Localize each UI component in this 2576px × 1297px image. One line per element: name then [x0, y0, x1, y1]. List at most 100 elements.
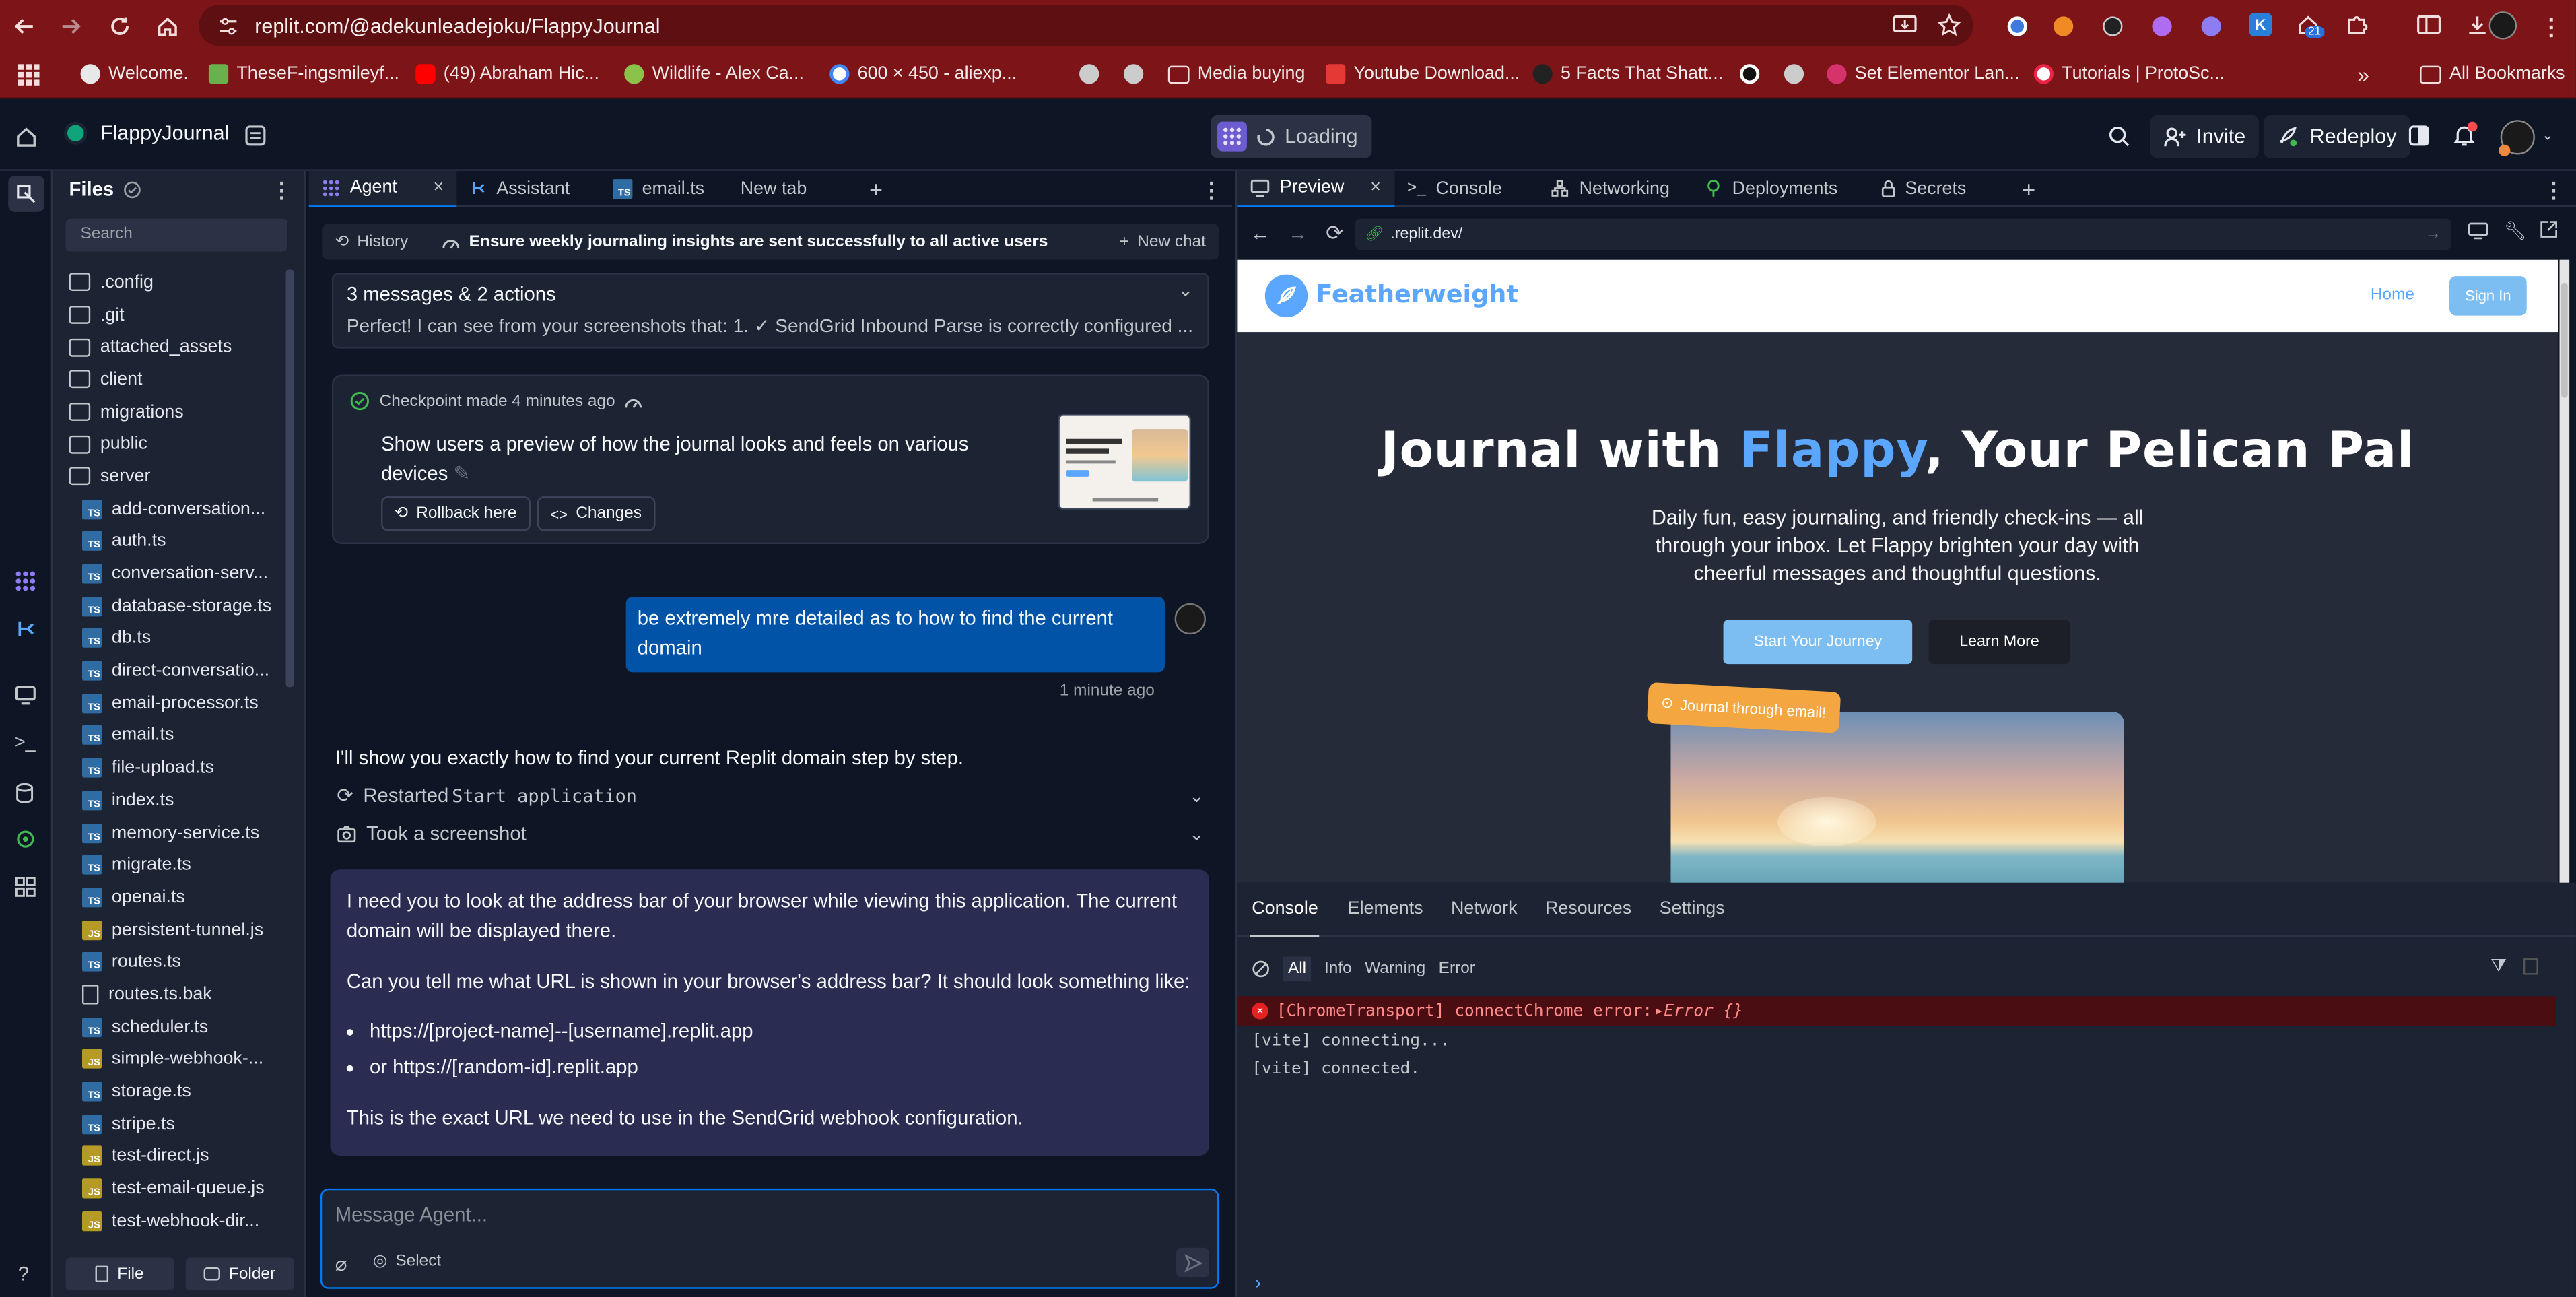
reload-icon[interactable]	[107, 13, 133, 40]
devtools-tab-settings[interactable]: Settings	[1660, 899, 1725, 919]
new-file-button[interactable]: File	[65, 1257, 174, 1291]
reload-icon[interactable]: ⟳	[1326, 220, 1344, 246]
bookmark-globe[interactable]	[1784, 64, 1804, 84]
close-icon[interactable]: ×	[1370, 178, 1381, 197]
tab-new[interactable]: New tab	[727, 170, 820, 207]
file-item[interactable]: TS add-conversation...	[69, 493, 279, 525]
install-app-icon[interactable]	[1893, 15, 1918, 36]
filter-info[interactable]: Info	[1324, 960, 1352, 978]
user-avatar[interactable]	[2499, 120, 2535, 156]
filter-error[interactable]: Error	[1439, 960, 1475, 978]
file-item[interactable]: JS persistent-tunnel.js	[69, 914, 279, 946]
shell-tool-icon[interactable]: >_	[15, 733, 36, 753]
tab-assistant[interactable]: Assistant	[457, 170, 583, 207]
file-item[interactable]: TS db.ts	[69, 622, 279, 655]
files-search-input[interactable]: Search	[65, 218, 287, 252]
bookmark-item[interactable]: 5 Facts That Shatt...	[1532, 64, 1723, 84]
run-status[interactable]: Loading	[1211, 114, 1371, 158]
preview-scrollbar[interactable]	[2561, 282, 2568, 398]
workspace-menu-icon[interactable]	[245, 125, 267, 147]
file-item[interactable]: TS migrate.ts	[69, 849, 279, 881]
files-scrollbar[interactable]	[285, 269, 294, 688]
action-screenshot[interactable]: Took a screenshot ⌄	[337, 822, 1205, 845]
send-icon[interactable]	[1176, 1247, 1209, 1277]
file-item[interactable]: TS direct-conversatio...	[69, 655, 279, 687]
go-arrow-icon[interactable]: →	[2425, 225, 2441, 243]
chevron-down-icon[interactable]: ⌄	[1178, 279, 1192, 300]
bookmark-item[interactable]: (49) Abraham Hic...	[415, 64, 599, 84]
address-bar[interactable]: replit.com/@adekunleadejoku/FlappyJourna…	[199, 5, 1973, 46]
preview-url-bar[interactable]: 🔗︎ .replit.dev/ →	[1355, 218, 2451, 251]
site-info-icon[interactable]	[219, 15, 238, 35]
all-tools-icon[interactable]	[15, 876, 36, 898]
file-item[interactable]: TS stripe.ts	[69, 1108, 279, 1140]
agent-tool-icon[interactable]	[15, 570, 36, 592]
profile-avatar[interactable]	[2488, 11, 2517, 40]
menu-dots-icon[interactable]: ⋮	[2540, 13, 2563, 41]
new-chat-button[interactable]: + New chat	[1120, 232, 1206, 251]
site-sign-in-button[interactable]: Sign In	[2449, 276, 2527, 316]
apps-grid-icon[interactable]	[18, 64, 40, 86]
filter-funnel-icon[interactable]: ⧩	[2490, 957, 2507, 978]
invite-button[interactable]: Invite	[2150, 114, 2259, 158]
file-item[interactable]: TS scheduler.ts	[69, 1011, 279, 1043]
deployments-tool-icon[interactable]	[15, 828, 36, 850]
new-folder-button[interactable]: Folder	[185, 1257, 294, 1291]
file-item[interactable]: routes.ts.bak	[69, 978, 279, 1011]
chevron-down-icon[interactable]: ⌄	[1189, 823, 1204, 844]
message-input[interactable]: Message Agent...	[335, 1203, 487, 1226]
devtools-wrench-icon[interactable]: 🔧︎	[2504, 220, 2527, 242]
trash-icon[interactable]	[2523, 958, 2538, 975]
chevron-down-icon[interactable]: ⌄	[2542, 127, 2554, 145]
devtools-tab-resources[interactable]: Resources	[1545, 899, 1631, 919]
folder-item[interactable]: server	[69, 461, 279, 493]
tab-preview[interactable]: Preview ×	[1237, 170, 1394, 207]
back-icon[interactable]: ←	[1250, 222, 1270, 245]
file-item[interactable]: TS database-storage.ts	[69, 590, 279, 622]
file-item[interactable]: TS email-processor.ts	[69, 687, 279, 719]
site-nav-home[interactable]: Home	[2371, 286, 2414, 304]
add-tab-icon[interactable]: +	[2009, 170, 2049, 207]
devtools-tab-network[interactable]: Network	[1451, 899, 1517, 919]
database-tool-icon[interactable]	[15, 783, 34, 804]
download-icon[interactable]	[2466, 13, 2488, 36]
folder-item[interactable]: .config	[69, 266, 279, 298]
back-icon[interactable]	[11, 13, 38, 40]
chevron-down-icon[interactable]: ⌄	[1189, 785, 1204, 806]
history-button[interactable]: ⟲ History	[335, 232, 409, 251]
learn-more-button[interactable]: Learn More	[1928, 620, 2070, 665]
split-view-icon[interactable]	[2416, 13, 2441, 36]
project-name[interactable]: FlappyJournal	[64, 121, 229, 145]
extension-icon[interactable]	[2007, 16, 2027, 36]
file-item[interactable]: JS test-webhook-dir...	[69, 1205, 279, 1237]
panel-menu-icon[interactable]: ⋮	[2543, 178, 2565, 204]
extension-home-icon[interactable]: 21	[2297, 13, 2325, 38]
tab-agent[interactable]: Agent ×	[308, 170, 457, 207]
changes-button[interactable]: <> Changes	[537, 496, 655, 531]
extension-k-icon[interactable]: K	[2249, 13, 2272, 36]
files-menu-icon[interactable]: ⋮	[271, 178, 293, 204]
file-item[interactable]: JS simple-webhook-...	[69, 1043, 279, 1075]
bookmark-star-icon[interactable]	[1937, 13, 1962, 38]
extension-icon[interactable]	[2103, 16, 2123, 36]
tab-deployments[interactable]: Deployments	[1693, 170, 1851, 207]
open-new-window-icon[interactable]	[2540, 220, 2558, 238]
folder-item[interactable]: migrations	[69, 396, 279, 428]
bookmark-item[interactable]: Welcome.	[80, 64, 189, 84]
rollback-button[interactable]: ⟲ Rollback here	[381, 496, 531, 531]
file-item[interactable]: TS routes.ts	[69, 946, 279, 978]
attach-paperclip-icon[interactable]: ⌀	[335, 1253, 347, 1275]
site-brand[interactable]: Featherweight	[1316, 279, 1518, 309]
all-bookmarks[interactable]: All Bookmarks	[2420, 64, 2565, 84]
file-item[interactable]: TS index.ts	[69, 784, 279, 816]
checkpoint-thumbnail[interactable]	[1058, 414, 1191, 510]
help-icon[interactable]: ?	[18, 1263, 29, 1286]
chevron-right-icon[interactable]: »	[2357, 63, 2369, 88]
extension-icon[interactable]	[2054, 16, 2074, 36]
clear-console-icon[interactable]	[1252, 960, 1270, 978]
edit-pencil-icon[interactable]: ✎	[454, 462, 471, 485]
file-item[interactable]: TS auth.ts	[69, 525, 279, 558]
bookmark-item[interactable]: Set Elementor Lan...	[1827, 64, 2019, 84]
close-icon[interactable]: ×	[434, 178, 444, 197]
filter-warning[interactable]: Warning	[1365, 960, 1425, 978]
